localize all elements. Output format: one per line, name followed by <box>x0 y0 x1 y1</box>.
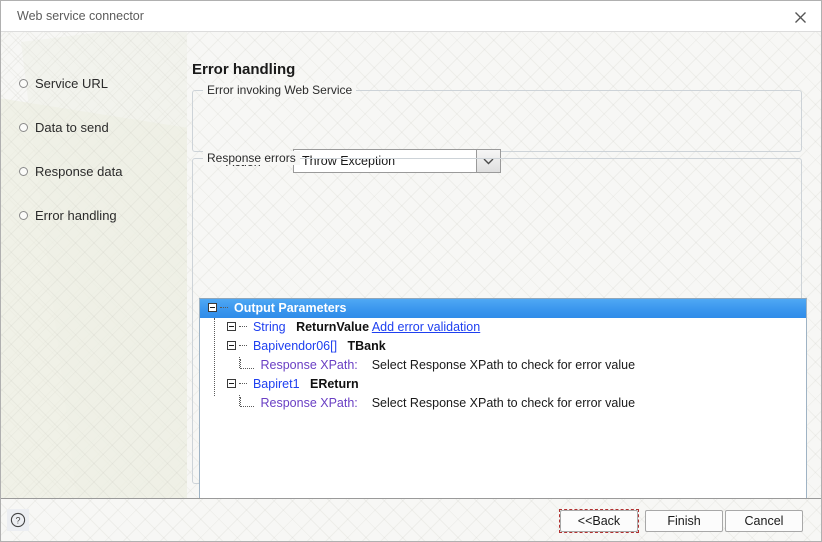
add-error-validation-link[interactable]: Add error validation <box>372 320 480 334</box>
page-title: Error handling <box>192 61 296 78</box>
tree-connector <box>239 382 248 384</box>
back-button[interactable]: <<Back <box>559 509 639 533</box>
tree-connector <box>240 396 254 407</box>
tree-node-label: ReturnValue <box>296 320 370 334</box>
step-bullet-icon <box>19 166 28 176</box>
step-bullet-icon <box>19 210 28 220</box>
tree-connector <box>239 344 248 346</box>
group-title: Response errors <box>203 151 300 165</box>
tree-node-type: Bapiret1 <box>252 377 300 391</box>
tree-node-type: String <box>252 320 286 334</box>
sidebar-item-label: Error handling <box>35 207 117 223</box>
tree-connector <box>220 306 229 308</box>
response-xpath-hint[interactable]: Select Response XPath to check for error… <box>372 358 635 372</box>
step-bullet-icon <box>19 78 28 88</box>
sidebar-item-response-data[interactable]: Response data <box>19 162 187 180</box>
tree-expander-icon[interactable] <box>227 322 236 332</box>
tree-connector <box>239 325 248 327</box>
sidebar-item-label: Data to send <box>35 119 109 135</box>
back-button-label: <<Back <box>577 514 621 528</box>
response-xpath-label: Response XPath: <box>260 358 358 372</box>
group-title: Error invoking Web Service <box>203 83 357 97</box>
main-content: Error handling Error invoking Web Servic… <box>187 32 821 541</box>
response-xpath-label: Response XPath: <box>260 396 358 410</box>
tree-node-type: Bapivendor06[] <box>252 339 338 353</box>
tree-node-label: Output Parameters <box>233 301 347 315</box>
tree-expander-icon[interactable] <box>227 379 236 389</box>
group-response-errors: Response errors Output Parameters String… <box>192 151 807 541</box>
finish-button[interactable]: Finish <box>645 510 723 532</box>
cancel-button[interactable]: Cancel <box>725 510 803 532</box>
tree-node-label: TBank <box>347 339 386 353</box>
title-bar: Web service connector <box>1 1 821 32</box>
tree-row-ereturn[interactable]: Bapiret1 EReturn <box>200 375 806 394</box>
sidebar-item-service-url[interactable]: Service URL <box>19 74 187 92</box>
dialog-window: Web service connector Service URL Data t… <box>0 0 822 542</box>
sidebar-item-label: Response data <box>35 163 123 179</box>
tree-row-tbank[interactable]: Bapivendor06[] TBank <box>200 337 806 356</box>
sidebar-item-label: Service URL <box>35 75 108 91</box>
sidebar-item-data-to-send[interactable]: Data to send <box>19 118 187 136</box>
close-icon[interactable] <box>785 6 815 28</box>
cancel-button-label: Cancel <box>744 514 784 528</box>
group-error-invoking: Error invoking Web Service Action Throw … <box>192 83 802 173</box>
wizard-sidebar: Service URL Data to send Response data E… <box>1 32 187 500</box>
tree-row-tbank-xpath[interactable]: Response XPath: Select Response XPath to… <box>200 356 806 375</box>
tree-row-output-parameters[interactable]: Output Parameters <box>200 299 806 318</box>
tree-expander-icon[interactable] <box>227 341 236 351</box>
tree-node-label: EReturn <box>309 377 359 391</box>
help-icon[interactable]: ? <box>7 509 29 531</box>
step-bullet-icon <box>19 122 28 132</box>
tree-expander-icon[interactable] <box>208 303 217 313</box>
tree-row-returnvalue[interactable]: String ReturnValue Add error validation <box>200 318 806 337</box>
window-title: Web service connector <box>17 9 144 23</box>
finish-button-label: Finish <box>667 514 701 528</box>
tree-connector <box>240 358 254 369</box>
tree-row-ereturn-xpath[interactable]: Response XPath: Select Response XPath to… <box>200 394 806 413</box>
svg-text:?: ? <box>15 515 20 525</box>
dialog-footer: ? <<Back Finish Cancel <box>1 498 821 541</box>
sidebar-item-error-handling[interactable]: Error handling <box>19 206 187 224</box>
wizard-step-list: Service URL Data to send Response data E… <box>1 32 187 223</box>
response-xpath-hint[interactable]: Select Response XPath to check for error… <box>372 396 635 410</box>
